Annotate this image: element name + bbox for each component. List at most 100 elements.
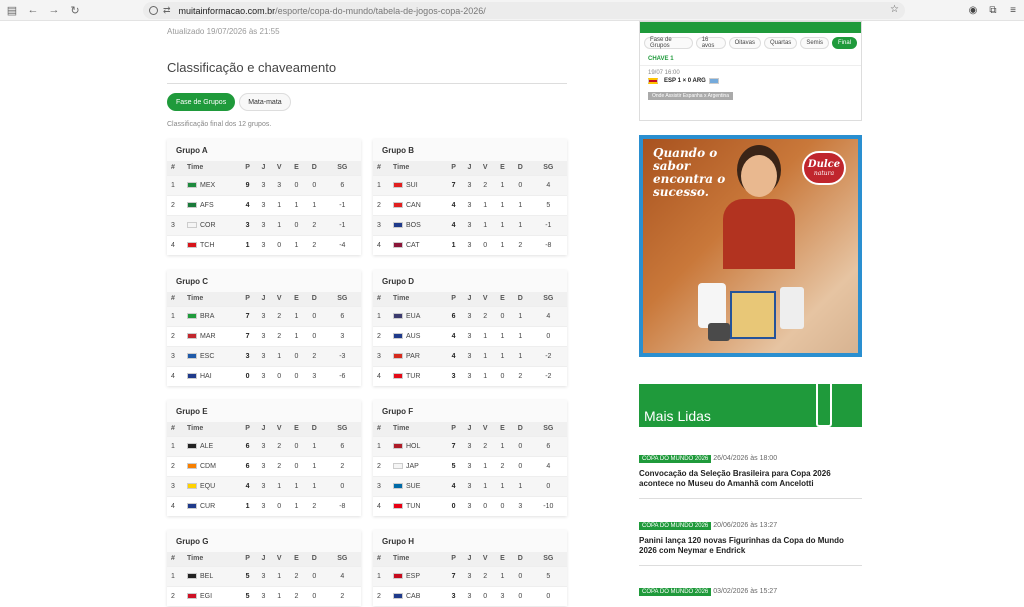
p-cell: 5 (445, 455, 463, 476)
pos-cell: 3 (167, 475, 181, 496)
news-tag[interactable]: COPA DO MUNDO 2026 (639, 588, 712, 596)
e-cell: 0 (493, 495, 511, 516)
e-cell: 1 (493, 435, 511, 456)
d-cell: 0 (305, 325, 324, 346)
flag-icon (187, 592, 197, 599)
column-header-e: E (287, 552, 305, 566)
sg-cell: 3 (323, 325, 361, 346)
tab-round-of-32[interactable]: 16 avos (695, 37, 726, 49)
j-cell: 3 (256, 234, 271, 255)
forward-icon[interactable]: → (45, 1, 63, 19)
sg-cell: 0 (323, 475, 361, 496)
team-code: SUE (406, 482, 421, 490)
v-cell: 1 (270, 345, 288, 366)
section-title: Classificação e chaveamento (167, 60, 567, 84)
d-cell: 2 (305, 234, 324, 255)
p-cell: 4 (239, 194, 257, 215)
team-code: TUR (406, 372, 421, 380)
column-header-j: J (256, 161, 271, 175)
team-cell: SUI (387, 174, 445, 195)
ad-brand-sub: natura (813, 170, 835, 177)
group-table: Grupo H # Time P J V E D SG 1 ESP 7 3 2 1 0 5 2 CAB 3 3 0 3 0 0 (373, 530, 567, 606)
match-score[interactable]: ESP 1 × 0 ARG (640, 78, 861, 84)
knockout-button[interactable]: Mata-mata (239, 93, 291, 111)
match-score-text: ESP 1 × 0 ARG (664, 78, 706, 84)
table-row: 2 CDM 6 3 2 0 1 2 (167, 455, 361, 476)
news-headline[interactable]: Convocação da Seleção Brasileira para Co… (639, 469, 862, 489)
account-icon[interactable]: ◉ (966, 3, 980, 17)
news-tag[interactable]: COPA DO MUNDO 2026 (639, 455, 712, 463)
flag-icon (187, 352, 197, 359)
column-header-p: P (239, 161, 257, 175)
tab-quarterfinals[interactable]: Quartas (763, 37, 798, 49)
column-header-pos: # (167, 422, 181, 436)
v-cell: 2 (270, 455, 288, 476)
news-item[interactable]: COPA DO MUNDO 2026 03/02/2026 às 15:27 (639, 580, 862, 607)
table-row: 1 BEL 5 3 1 2 0 4 (167, 565, 361, 586)
pos-cell: 3 (167, 345, 181, 366)
sg-cell: -2 (529, 365, 567, 386)
e-cell: 1 (287, 475, 305, 496)
news-item[interactable]: COPA DO MUNDO 2026 26/04/2026 às 18:00 Co… (639, 447, 862, 499)
bookmark-star-icon[interactable]: ☆ (890, 4, 899, 15)
tab-semifinals[interactable]: Semis (800, 37, 829, 49)
team-cell: AFS (181, 194, 239, 215)
site-info-icon[interactable] (149, 6, 158, 15)
column-header-d: D (511, 552, 530, 566)
column-header-sg: SG (323, 552, 361, 566)
table-row: 1 BRA 7 3 2 1 0 6 (167, 305, 361, 326)
team-cell: CUR (181, 495, 239, 516)
reload-icon[interactable]: ↻ (66, 1, 84, 19)
tab-group-stage[interactable]: Fase de Grupos (644, 37, 693, 49)
news-item[interactable]: COPA DO MUNDO 2026 20/06/2026 às 13:27 Pa… (639, 514, 862, 566)
table-row: 1 MEX 9 3 3 0 0 6 (167, 174, 361, 195)
j-cell: 3 (256, 475, 271, 496)
table-row: 3 COR 3 3 1 0 2 -1 (167, 214, 361, 235)
d-cell: 1 (511, 194, 530, 215)
tab-list-icon[interactable]: ▤ (3, 1, 21, 19)
group-stage-button[interactable]: Fase de Grupos (167, 93, 236, 111)
news-tag[interactable]: COPA DO MUNDO 2026 (639, 522, 712, 530)
address-bar[interactable]: ⇄ muitainformacao.com.br/esporte/copa-do… (143, 2, 905, 19)
tab-final[interactable]: Final (831, 37, 857, 49)
p-cell: 6 (239, 435, 257, 456)
v-cell: 1 (270, 194, 288, 215)
v-cell: 1 (476, 345, 494, 366)
watch-link[interactable]: Onde Assistir Espanha x Argentina (648, 92, 733, 100)
v-cell: 1 (476, 214, 494, 235)
team-code: EQU (200, 482, 216, 490)
column-header-pos: # (373, 161, 387, 175)
team-cell: JAP (387, 455, 445, 476)
news-headline[interactable]: Panini lança 120 novas Figurinhas da Cop… (639, 536, 862, 556)
column-header-team: Time (387, 292, 445, 306)
column-header-v: V (270, 292, 288, 306)
extensions-icon[interactable]: ⧉ (986, 3, 1000, 17)
p-cell: 5 (239, 565, 257, 586)
d-cell: 0 (511, 435, 530, 456)
p-cell: 1 (239, 495, 257, 516)
d-cell: 3 (511, 495, 530, 516)
advertisement-banner[interactable]: Quando o sabor encontra o sucesso. Dulce… (639, 135, 862, 357)
pos-cell: 2 (373, 455, 387, 476)
team-cell: CAB (387, 585, 445, 606)
team-code: AUS (406, 332, 421, 340)
tune-icon[interactable]: ⇄ (163, 5, 171, 16)
tab-round-of-16[interactable]: Oitavas (728, 37, 761, 49)
news-date: 26/04/2026 às 18:00 (713, 455, 778, 462)
column-header-e: E (287, 161, 305, 175)
d-cell: 2 (511, 234, 530, 255)
column-header-p: P (445, 292, 463, 306)
pos-cell: 4 (373, 234, 387, 255)
column-header-p: P (239, 292, 257, 306)
e-cell: 1 (493, 234, 511, 255)
p-cell: 7 (445, 435, 463, 456)
menu-icon[interactable]: ≡ (1006, 3, 1020, 17)
column-header-d: D (305, 552, 324, 566)
table-row: 2 CAB 3 3 0 3 0 0 (373, 585, 567, 606)
back-icon[interactable]: ← (24, 1, 42, 19)
group-title: Grupo G (167, 530, 361, 552)
flag-icon (393, 502, 403, 509)
pos-cell: 4 (167, 365, 181, 386)
team-code: CAB (406, 592, 421, 600)
pos-cell: 3 (373, 214, 387, 235)
